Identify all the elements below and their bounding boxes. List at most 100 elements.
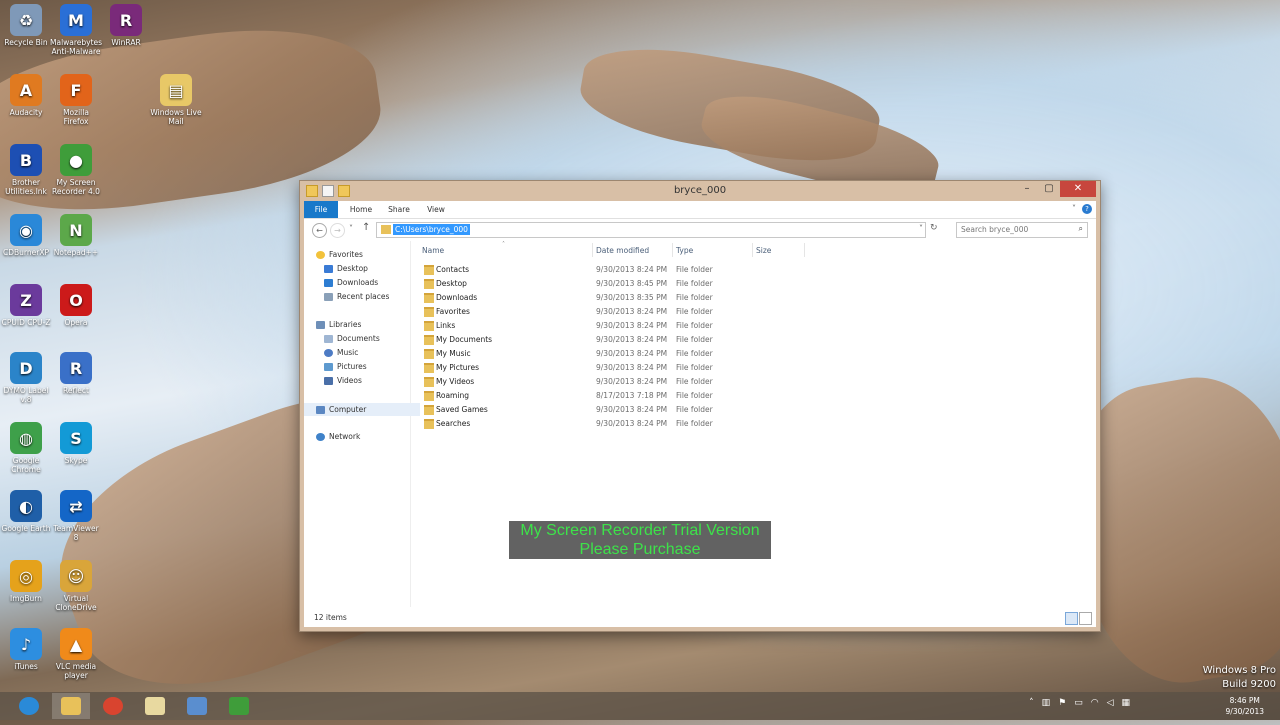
column-header-size[interactable]: Size <box>756 246 771 255</box>
taskbar-control-panel-button[interactable] <box>178 693 216 719</box>
taskbar-mail-button[interactable] <box>136 693 174 719</box>
file-row[interactable]: Downloads 9/30/2013 8:35 PM File folder <box>422 291 822 305</box>
desktop-icon[interactable]: F Mozilla Firefox <box>50 74 102 126</box>
help-icon[interactable]: ? <box>1082 204 1092 214</box>
music-icon <box>324 348 333 357</box>
maximize-button[interactable]: ▢ <box>1038 181 1060 197</box>
taskbar-ie-button[interactable] <box>10 693 48 719</box>
column-divider[interactable] <box>672 243 673 257</box>
expand-ribbon-icon[interactable]: ˅ <box>1072 204 1076 213</box>
item-count: 12 items <box>314 613 347 622</box>
file-row[interactable]: Links 9/30/2013 8:24 PM File folder <box>422 319 822 333</box>
file-row[interactable]: Roaming 8/17/2013 7:18 PM File folder <box>422 389 822 403</box>
nav-videos[interactable]: Videos <box>324 376 362 385</box>
desktop-icon[interactable]: N Notepad++ <box>50 214 102 257</box>
nav-libraries[interactable]: Libraries <box>316 320 361 329</box>
control-panel-icon <box>187 697 207 715</box>
back-button[interactable]: ← <box>312 223 327 238</box>
refresh-icon[interactable]: ↻ <box>930 223 938 233</box>
network-tray-icon[interactable]: ▥ <box>1042 698 1051 708</box>
file-row[interactable]: My Videos 9/30/2013 8:24 PM File folder <box>422 375 822 389</box>
desktop-icon[interactable]: ● My Screen Recorder 4.0 <box>50 144 102 196</box>
column-divider[interactable] <box>752 243 753 257</box>
desktop-icon[interactable]: Z CPUID CPU-Z <box>0 284 52 327</box>
file-row[interactable]: My Pictures 9/30/2013 8:24 PM File folder <box>422 361 822 375</box>
nav-label: Documents <box>337 334 380 343</box>
nav-label: Network <box>329 432 361 441</box>
close-button[interactable]: ✕ <box>1060 181 1096 197</box>
address-bar[interactable]: C:\Users\bryce_000 ˅ <box>376 222 926 238</box>
nav-recent-places[interactable]: Recent places <box>324 292 389 301</box>
address-path[interactable]: C:\Users\bryce_000 <box>393 224 470 235</box>
desktop-icon[interactable]: ☺ Virtual CloneDrive <box>50 560 102 612</box>
nav-documents[interactable]: Documents <box>324 334 380 343</box>
nav-label: Computer <box>329 405 367 414</box>
taskbar-chrome-button[interactable] <box>94 693 132 719</box>
flag-icon[interactable]: ⚑ <box>1058 698 1066 708</box>
desktop-icon-label: Virtual CloneDrive <box>55 594 97 612</box>
desktop-icon[interactable]: ▲ VLC media player <box>50 628 102 680</box>
recent-places-icon <box>324 292 333 301</box>
nav-computer[interactable]: Computer <box>304 403 420 416</box>
up-arrow-icon[interactable]: ↑ <box>362 222 370 233</box>
desktop-icon[interactable]: ◐ Google Earth <box>0 490 52 533</box>
chevron-down-icon[interactable]: ˅ <box>919 224 923 233</box>
desktop-icon[interactable]: B Brother Utilities.lnk <box>0 144 52 196</box>
taskbar-recorder-button[interactable] <box>220 693 258 719</box>
forward-button[interactable]: → <box>330 223 345 238</box>
desktop-icon[interactable]: M Malwarebytes Anti-Malware <box>50 4 102 56</box>
taskbar-clock[interactable]: 8:46 PM 9/30/2013 <box>1226 695 1264 717</box>
app-icon: ◎ <box>10 560 42 592</box>
desktop-icon[interactable]: S Skype <box>50 422 102 465</box>
file-row[interactable]: Saved Games 9/30/2013 8:24 PM File folder <box>422 403 822 417</box>
column-divider[interactable] <box>804 243 805 257</box>
desktop-icon[interactable]: R WinRAR <box>100 4 152 47</box>
desktop-icon[interactable]: D DYMO Label v.8 <box>0 352 52 404</box>
column-header-type[interactable]: Type <box>676 246 693 255</box>
file-type: File folder <box>676 321 713 330</box>
nav-desktop[interactable]: Desktop <box>324 264 368 273</box>
tab-file[interactable]: File <box>304 201 338 218</box>
column-header-date[interactable]: Date modified <box>596 246 649 255</box>
nav-favorites[interactable]: Favorites <box>316 250 363 259</box>
desktop-icon[interactable]: O Opera <box>50 284 102 327</box>
nav-music[interactable]: Music <box>324 348 358 357</box>
tab-view[interactable]: View <box>422 201 450 218</box>
file-row[interactable]: My Documents 9/30/2013 8:24 PM File folder <box>422 333 822 347</box>
column-header-name[interactable]: Name <box>422 246 444 255</box>
search-icon[interactable]: ⌕ <box>1079 224 1083 234</box>
desktop-icon[interactable]: A Audacity <box>0 74 52 117</box>
nav-label: Music <box>337 348 359 357</box>
tab-share[interactable]: Share <box>384 201 414 218</box>
file-row[interactable]: Contacts 9/30/2013 8:24 PM File folder <box>422 263 822 277</box>
tab-home[interactable]: Home <box>344 201 378 218</box>
wifi-icon[interactable]: ◠ <box>1091 698 1099 708</box>
desktop-icon[interactable]: ⇄ TeamViewer 8 <box>50 490 102 542</box>
desktop-icon[interactable]: ◎ ImgBurn <box>0 560 52 603</box>
column-divider[interactable] <box>592 243 593 257</box>
desktop-icon[interactable]: ♻ Recycle Bin <box>0 4 52 47</box>
search-input[interactable]: Search bryce_000 ⌕ <box>956 222 1088 238</box>
desktop-icon[interactable]: ◉ CDBurnerXP <box>0 214 52 257</box>
keyboard-icon[interactable]: ▦ <box>1121 698 1130 708</box>
desktop-icon[interactable]: ♪ iTunes <box>0 628 52 671</box>
desktop-icon[interactable]: ◍ Google Chrome <box>0 422 52 474</box>
desktop-icon[interactable]: R Reflect <box>50 352 102 395</box>
file-row[interactable]: Favorites 9/30/2013 8:24 PM File folder <box>422 305 822 319</box>
file-row[interactable]: Searches 9/30/2013 8:24 PM File folder <box>422 417 822 431</box>
details-view-icon[interactable] <box>1065 612 1078 625</box>
taskbar-explorer-button[interactable] <box>52 693 90 719</box>
display-icon[interactable]: ▭ <box>1074 698 1083 708</box>
desktop-icon[interactable]: ▤ Windows Live Mail <box>150 74 202 126</box>
minimize-button[interactable]: – <box>1016 181 1038 197</box>
large-icons-view-icon[interactable] <box>1079 612 1092 625</box>
nav-downloads[interactable]: Downloads <box>324 278 378 287</box>
show-hidden-icons-icon[interactable]: ˄ <box>1029 698 1034 708</box>
file-row[interactable]: My Music 9/30/2013 8:24 PM File folder <box>422 347 822 361</box>
recent-locations-icon[interactable]: ˅ <box>349 224 353 233</box>
nav-network[interactable]: Network <box>316 432 360 441</box>
volume-icon[interactable]: ◁ <box>1107 698 1114 708</box>
file-row[interactable]: Desktop 9/30/2013 8:45 PM File folder <box>422 277 822 291</box>
nav-pictures[interactable]: Pictures <box>324 362 367 371</box>
title-bar[interactable]: bryce_000 – ▢ ✕ <box>300 181 1100 201</box>
